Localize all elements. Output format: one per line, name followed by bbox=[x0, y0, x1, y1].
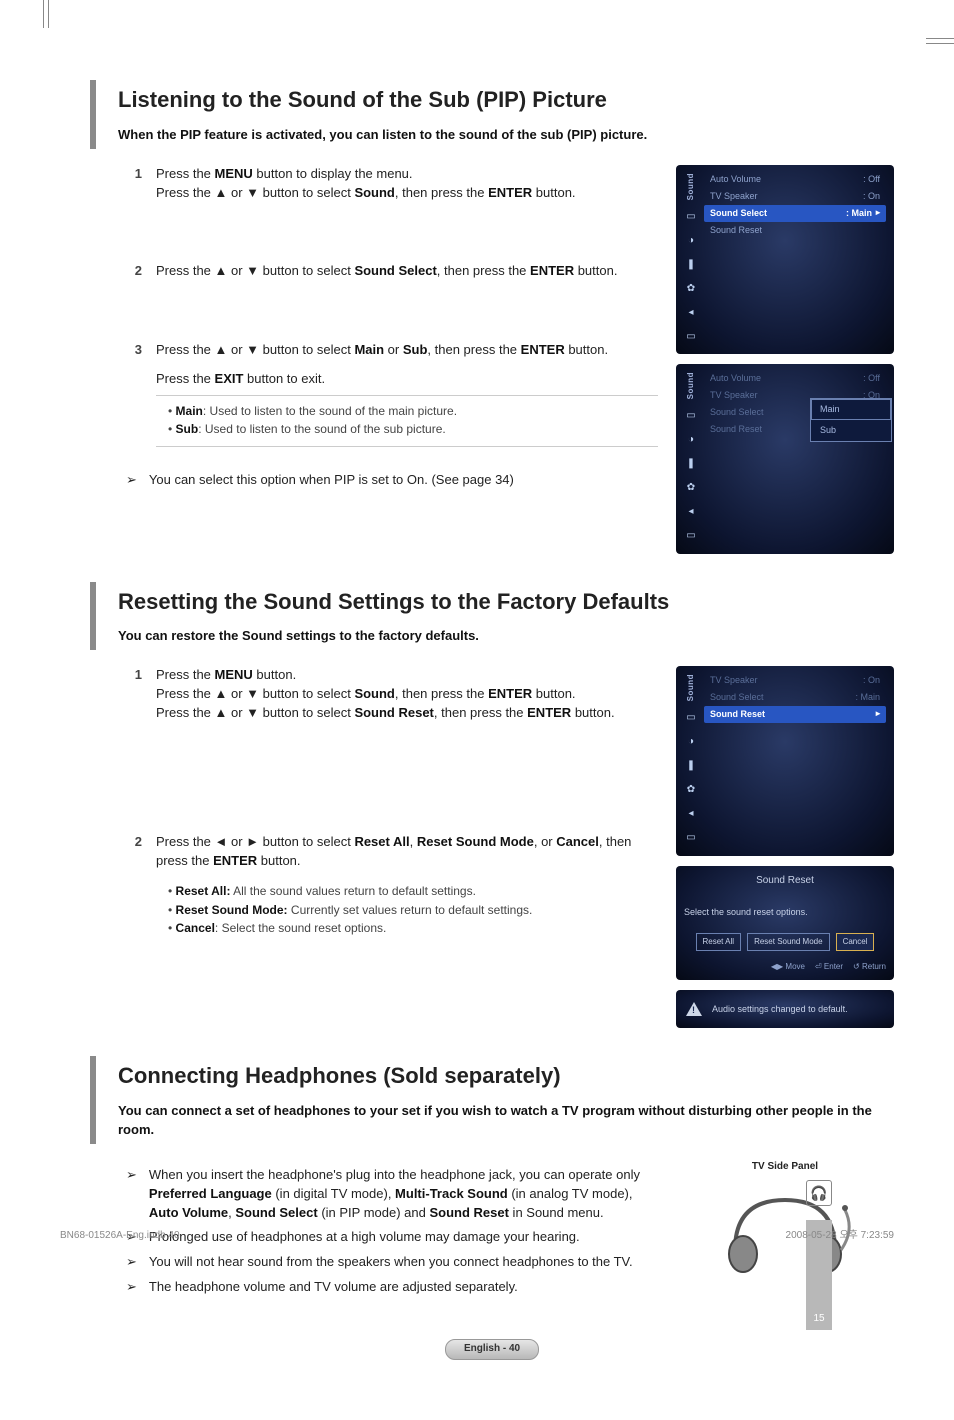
osd-sound-reset: Sound ▭ ◑ ❚ ✿ ◂ ▭ TV Speaker: On Sound S… bbox=[676, 666, 894, 855]
osd-column: Sound ▭ ◑ ❚ ✿ ◂ ▭ Auto Volume: Off TV Sp… bbox=[676, 165, 894, 554]
note-arrow-icon bbox=[126, 1166, 143, 1223]
osd-column: Sound ▭ ◑ ❚ ✿ ◂ ▭ TV Speaker: On Sound S… bbox=[676, 666, 894, 1028]
note: The headphone volume and TV volume are a… bbox=[90, 1278, 658, 1297]
drop-icon: ❚ bbox=[684, 258, 698, 272]
step-body: Press the ▲ or ▼ button to select Main o… bbox=[156, 341, 658, 446]
reset-sound-mode-button: Reset Sound Mode bbox=[747, 933, 830, 951]
warning-icon bbox=[686, 1002, 702, 1016]
section-intro: You can connect a set of headphones to y… bbox=[118, 1102, 894, 1140]
crop-mark-right bbox=[926, 38, 954, 44]
page-number-badge: English - 40 bbox=[445, 1339, 539, 1360]
app-icon: ▭ bbox=[684, 330, 698, 344]
step-body: Press the ▲ or ▼ button to select Sound … bbox=[156, 262, 658, 281]
steps-column: 1 Press the MENU button. Press the ▲ or … bbox=[90, 666, 658, 968]
steps-column: 1 Press the MENU button to display the m… bbox=[90, 165, 658, 490]
note-arrow-icon bbox=[126, 471, 143, 490]
bullet-box: • Reset All: All the sound values return… bbox=[156, 876, 658, 944]
page-footer: English - 40 bbox=[90, 1338, 894, 1360]
speaker-icon: ◑ bbox=[684, 234, 698, 248]
note: You will not hear sound from the speaker… bbox=[90, 1253, 658, 1272]
section-intro: You can restore the Sound settings to th… bbox=[118, 627, 894, 646]
cancel-button: Cancel bbox=[836, 933, 875, 951]
tv-icon: ▭ bbox=[684, 210, 698, 224]
step-2: 2 Press the ▲ or ▼ button to select Soun… bbox=[90, 262, 658, 281]
drop-icon: ❚ bbox=[684, 760, 698, 774]
osd-sidebar-label: Sound bbox=[685, 674, 697, 701]
note-text: When you insert the headphone's plug int… bbox=[149, 1166, 658, 1223]
note-arrow-icon bbox=[126, 1253, 143, 1272]
osd-sidebar-label: Sound bbox=[685, 372, 697, 399]
osd-highlighted-row: Sound Reset bbox=[704, 706, 886, 723]
gear-icon: ✿ bbox=[684, 282, 698, 296]
note: When you insert the headphone's plug int… bbox=[90, 1166, 658, 1223]
heading-block: Listening to the Sound of the Sub (PIP) … bbox=[90, 80, 894, 149]
note-arrow-icon bbox=[126, 1278, 143, 1297]
step-number: 3 bbox=[126, 341, 142, 446]
dialog-title: Sound Reset bbox=[684, 874, 886, 889]
note: You can select this option when PIP is s… bbox=[90, 471, 658, 490]
osd-sidebar-label: Sound bbox=[685, 173, 697, 200]
section-title: Listening to the Sound of the Sub (PIP) … bbox=[118, 84, 894, 116]
gear-icon: ✿ bbox=[684, 482, 698, 496]
input-icon: ◂ bbox=[684, 306, 698, 320]
section-headphones: Connecting Headphones (Sold separately) … bbox=[90, 1056, 894, 1310]
app-icon: ▭ bbox=[684, 530, 698, 544]
section-title: Connecting Headphones (Sold separately) bbox=[118, 1060, 894, 1092]
sound-reset-dialog: Sound Reset Select the sound reset optio… bbox=[676, 866, 894, 981]
headphone-jack-icon: 🎧 bbox=[806, 1180, 832, 1206]
note-text: The headphone volume and TV volume are a… bbox=[149, 1278, 518, 1297]
option-main: Main bbox=[811, 399, 891, 420]
document-footer: BN68-01526A-Eng.indb 40 2008-05-28 오후 7:… bbox=[60, 1229, 894, 1244]
osd-sound-select-popup: Sound ▭ ◑ ❚ ✿ ◂ ▭ Auto Volume: Off TV Sp… bbox=[676, 364, 894, 553]
section-title: Resetting the Sound Settings to the Fact… bbox=[118, 586, 894, 618]
input-icon: ◂ bbox=[684, 506, 698, 520]
step-number: 1 bbox=[126, 666, 142, 723]
section-intro: When the PIP feature is activated, you c… bbox=[118, 126, 894, 145]
alert-text: Audio settings changed to default. bbox=[712, 1003, 848, 1016]
strip-number: 15 bbox=[813, 1312, 824, 1327]
step-1: 1 Press the MENU button. Press the ▲ or … bbox=[90, 666, 658, 723]
step-number: 2 bbox=[126, 262, 142, 281]
step-number: 2 bbox=[126, 833, 142, 945]
section-pip-sound: Listening to the Sound of the Sub (PIP) … bbox=[90, 80, 894, 554]
osd-highlighted-row: Sound Select: Main bbox=[704, 205, 886, 222]
step-body: Press the MENU button to display the men… bbox=[156, 165, 658, 203]
drop-icon: ❚ bbox=[684, 458, 698, 472]
step-body: Press the MENU button. Press the ▲ or ▼ … bbox=[156, 666, 658, 723]
step-2: 2 Press the ◄ or ► button to select Rese… bbox=[90, 833, 658, 945]
osd-options-popup: Main Sub bbox=[810, 398, 892, 442]
note-text: You will not hear sound from the speaker… bbox=[149, 1253, 633, 1272]
dialog-text: Select the sound reset options. bbox=[684, 906, 886, 919]
alert-box: Audio settings changed to default. bbox=[676, 990, 894, 1028]
heading-block: Resetting the Sound Settings to the Fact… bbox=[90, 582, 894, 651]
input-icon: ◂ bbox=[684, 808, 698, 822]
option-sub: Sub bbox=[811, 420, 891, 441]
step-3: 3 Press the ▲ or ▼ button to select Main… bbox=[90, 341, 658, 446]
doc-timestamp: 2008-05-28 오후 7:23:59 bbox=[786, 1229, 894, 1244]
section-reset-sound: Resetting the Sound Settings to the Fact… bbox=[90, 582, 894, 1029]
app-icon: ▭ bbox=[684, 832, 698, 846]
step-body: Press the ◄ or ► button to select Reset … bbox=[156, 833, 658, 945]
reset-all-button: Reset All bbox=[696, 933, 742, 951]
tv-icon: ▭ bbox=[684, 712, 698, 726]
doc-filename: BN68-01526A-Eng.indb 40 bbox=[60, 1229, 180, 1244]
tv-icon: ▭ bbox=[684, 410, 698, 424]
gear-icon: ✿ bbox=[684, 784, 698, 798]
dialog-footer: ◀▶ Move ⏎ Enter ↺ Return bbox=[684, 961, 886, 973]
heading-block: Connecting Headphones (Sold separately) … bbox=[90, 1056, 894, 1144]
crop-mark-top bbox=[43, 0, 49, 28]
note-text: You can select this option when PIP is s… bbox=[149, 471, 514, 490]
step-number: 1 bbox=[126, 165, 142, 203]
step-1: 1 Press the MENU button to display the m… bbox=[90, 165, 658, 203]
osd-sound-select: Sound ▭ ◑ ❚ ✿ ◂ ▭ Auto Volume: Off TV Sp… bbox=[676, 165, 894, 354]
speaker-icon: ◑ bbox=[684, 736, 698, 750]
speaker-icon: ◑ bbox=[684, 434, 698, 448]
panel-caption: TV Side Panel bbox=[676, 1160, 894, 1175]
bullet-box: • Main: Used to listen to the sound of t… bbox=[156, 395, 658, 447]
